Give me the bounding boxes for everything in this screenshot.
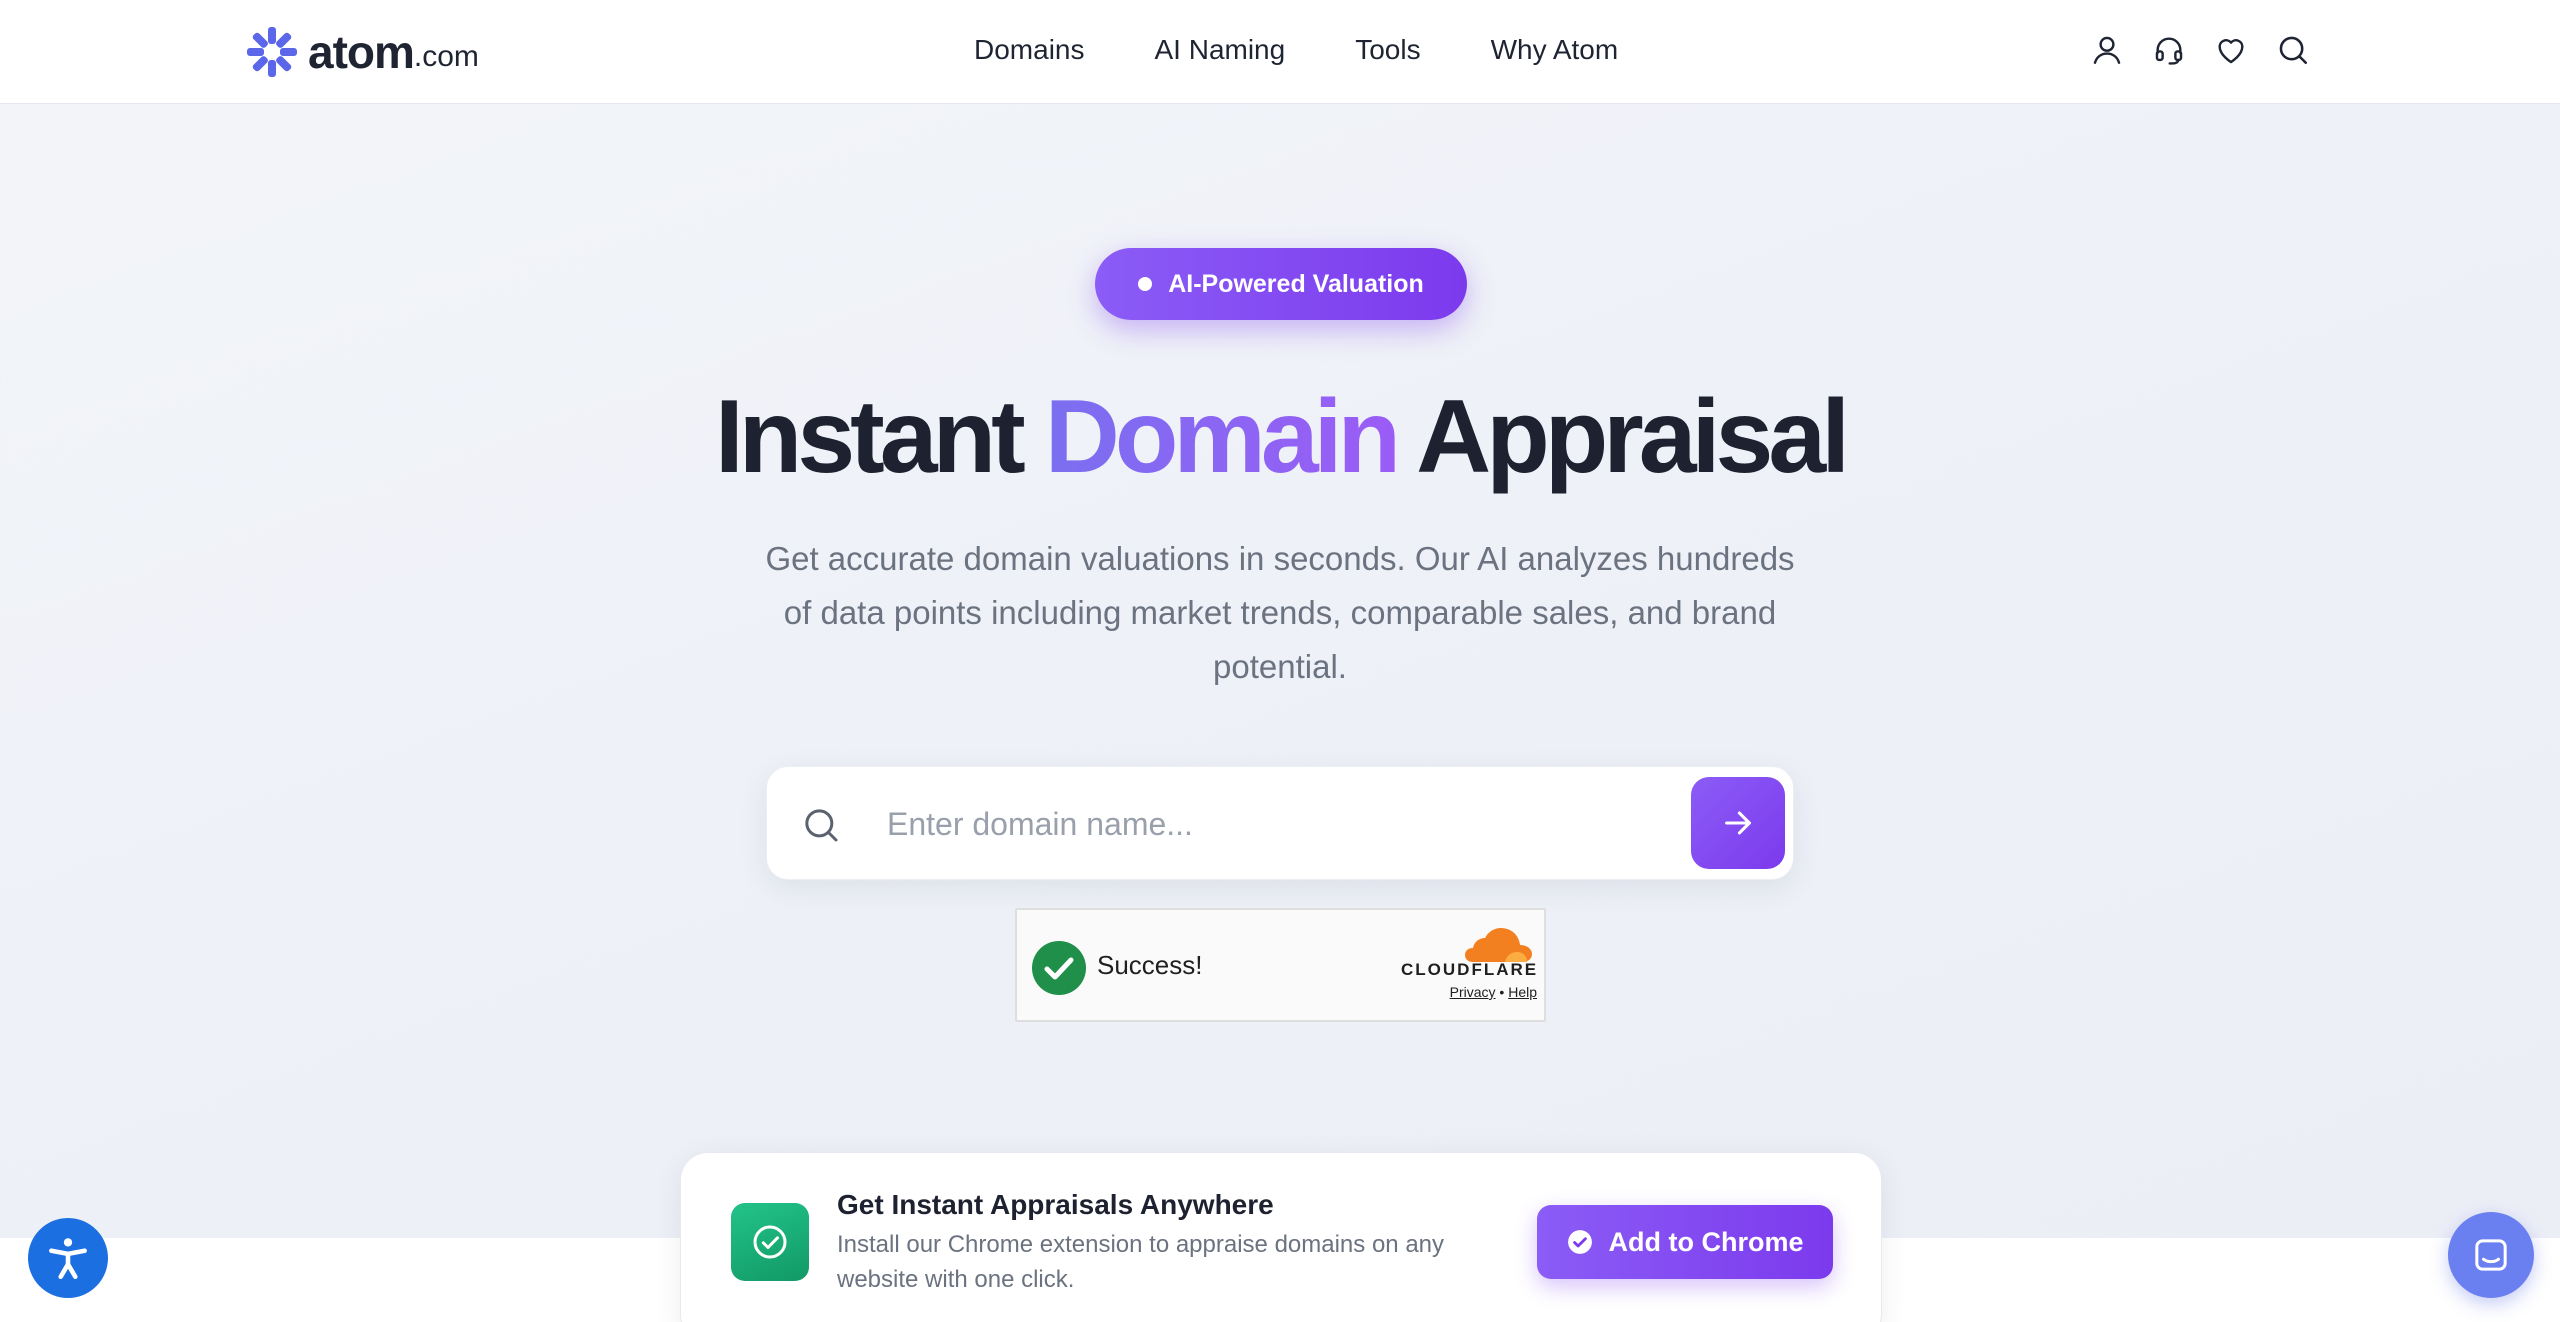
badge-label: AI-Powered Valuation: [1168, 269, 1424, 298]
success-check-icon: [1032, 941, 1086, 995]
heart-icon[interactable]: [2214, 33, 2248, 67]
title-part-1: Instant: [714, 379, 1026, 495]
cloudflare-turnstile-widget: Success! CLOUDFLARE Privacy • Help: [1015, 908, 1546, 1022]
extension-badge: [731, 1203, 809, 1281]
chrome-extension-banner: Get Instant Appraisals Anywhere Install …: [680, 1152, 1882, 1322]
arrow-right-icon: [1725, 811, 1751, 835]
captcha-link-separator: •: [1499, 984, 1505, 1000]
domain-search-bar: [766, 766, 1794, 880]
logo-tld: .com: [413, 40, 479, 73]
page-subtitle: Get accurate domain valuations in second…: [765, 540, 1795, 685]
badge-dot: [1138, 277, 1153, 291]
chat-icon: [2475, 1239, 2507, 1271]
add-to-chrome-button[interactable]: Add to Chrome: [1537, 1205, 1833, 1279]
logo-wordmark: atom: [308, 26, 415, 78]
chat-widget-button[interactable]: [2448, 1212, 2534, 1298]
add-to-chrome-label: Add to Chrome: [1608, 1226, 1804, 1257]
main-nav: Domains AI Naming Tools Why Atom: [974, 0, 1618, 100]
nav-item-domains[interactable]: Domains: [974, 34, 1084, 66]
headset-icon[interactable]: [2152, 33, 2186, 67]
captcha-links: Privacy • Help: [1387, 984, 1537, 1000]
page-title: Instant Domain Appraisal: [0, 372, 2560, 502]
nav-item-ai-naming[interactable]: AI Naming: [1154, 34, 1285, 66]
captcha-help-link[interactable]: Help: [1508, 984, 1537, 1000]
title-part-2: Appraisal: [1416, 379, 1850, 495]
check-badge-icon: [1567, 1230, 1592, 1254]
nav-item-why-atom[interactable]: Why Atom: [1491, 34, 1619, 66]
atom-logo[interactable]: atom .com: [246, 24, 479, 80]
site-header: atom .com Domains AI Naming Tools Why Ato…: [0, 0, 2560, 104]
banner-title: Get Instant Appraisals Anywhere: [837, 1189, 1274, 1220]
header-actions: [2090, 30, 2310, 70]
domain-search-input[interactable]: [887, 789, 1427, 859]
search-icon: [805, 809, 838, 842]
title-accent: Domain: [1044, 379, 1401, 495]
check-circle-icon: [753, 1225, 787, 1259]
nav-item-tools[interactable]: Tools: [1355, 34, 1420, 66]
accessibility-button[interactable]: [28, 1218, 108, 1298]
banner-description: Install our Chrome extension to appraise…: [837, 1231, 1445, 1293]
cloudflare-wordmark: CLOUDFLARE: [1401, 960, 1539, 979]
cloudflare-cloud-icon: [1465, 928, 1532, 962]
captcha-status: Success!: [1097, 950, 1203, 980]
captcha-privacy-link[interactable]: Privacy: [1450, 984, 1496, 1000]
accessibility-icon: [49, 1238, 87, 1280]
atom-star-logo-icon: [247, 27, 297, 77]
search-submit-button[interactable]: [1691, 777, 1785, 869]
search-icon[interactable]: [2276, 33, 2310, 67]
ai-powered-badge: AI-Powered Valuation: [1095, 248, 1467, 320]
user-icon[interactable]: [2090, 33, 2124, 67]
